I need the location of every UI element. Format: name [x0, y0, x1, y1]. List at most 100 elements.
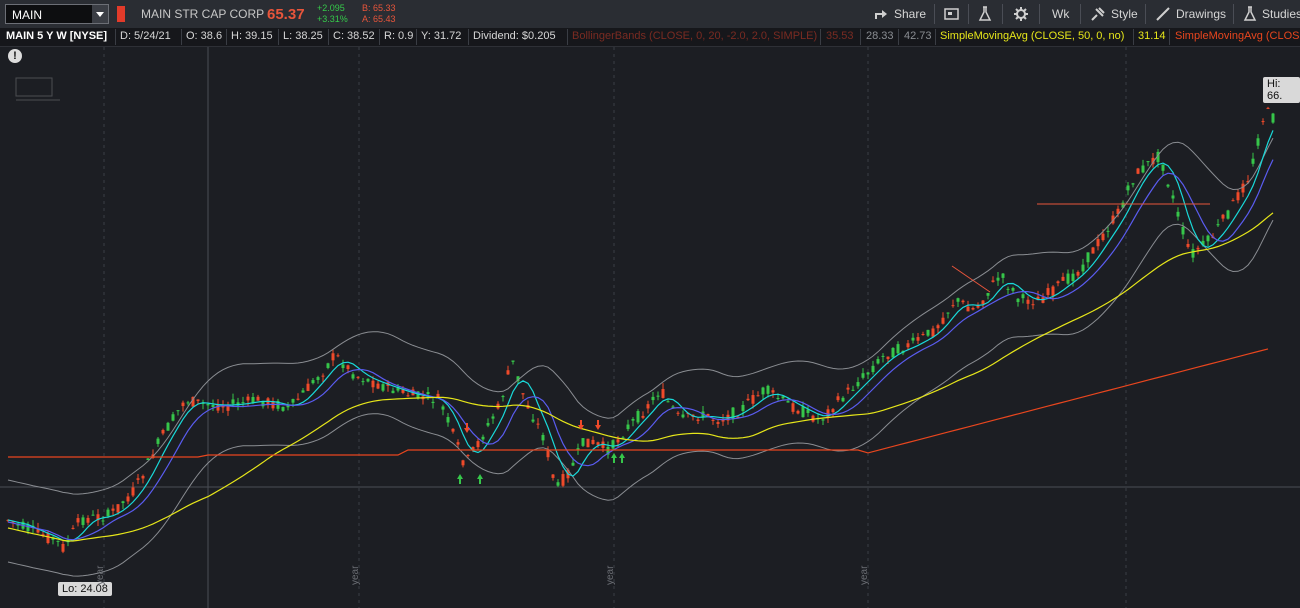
candle-body — [1256, 138, 1260, 146]
style-icon — [1091, 7, 1105, 21]
candle-body — [781, 396, 785, 399]
candle-body — [911, 337, 915, 341]
info-divider — [181, 29, 182, 45]
year-value: Y: 31.72 — [421, 30, 462, 42]
candle-body — [426, 392, 430, 395]
chart-info-bar: MAIN 5 Y W [NYSE] D: 5/24/21 O: 38.6 H: … — [0, 28, 1300, 47]
toolbar-divider — [1039, 4, 1040, 24]
candle-body — [211, 404, 215, 407]
candle-body — [991, 280, 995, 282]
candle-body — [311, 380, 315, 384]
candle-body — [571, 462, 575, 466]
toolbar-divider — [1233, 4, 1234, 24]
candle-body — [1071, 273, 1075, 281]
candle-body — [881, 355, 885, 357]
candle-body — [641, 415, 645, 418]
candle-body — [181, 402, 185, 407]
candle-body — [956, 298, 960, 302]
candle-body — [981, 300, 985, 305]
x-axis-label: year — [95, 565, 106, 585]
news-button[interactable] — [944, 0, 960, 28]
candle-body — [776, 397, 780, 399]
candle-body — [501, 396, 505, 398]
candle-body — [1231, 200, 1235, 202]
candle-body — [896, 344, 900, 354]
toolbar-divider — [934, 4, 935, 24]
candle-body — [611, 440, 615, 449]
news-icon — [944, 8, 959, 20]
candle-body — [1191, 249, 1195, 258]
settings-button[interactable] — [1013, 0, 1029, 28]
candle-body — [1026, 299, 1030, 304]
toolbar-divider — [1002, 4, 1003, 24]
candle-body — [1136, 168, 1140, 174]
alert-icon[interactable]: ! — [8, 49, 22, 63]
candle-body — [586, 438, 590, 448]
candle-body — [46, 533, 50, 544]
style-button[interactable]: Style — [1090, 0, 1138, 28]
price-chart[interactable] — [0, 47, 1300, 608]
candle-body — [1001, 273, 1005, 278]
candle-body — [541, 434, 545, 441]
candle-body — [1236, 192, 1240, 201]
candle-body — [846, 387, 850, 390]
candle-body — [681, 414, 685, 418]
candle-body — [316, 377, 320, 380]
candle-body — [391, 390, 395, 394]
candle-body — [786, 401, 790, 403]
candle-body — [441, 406, 445, 410]
bar-date: D: 5/24/21 — [120, 30, 171, 42]
studies-button[interactable]: Studies — [1243, 0, 1300, 28]
candle-body — [1261, 121, 1265, 123]
chart-title: MAIN 5 Y W [NYSE] — [6, 30, 108, 42]
candle-body — [521, 393, 525, 395]
candle-body — [746, 398, 750, 401]
candle-body — [246, 396, 250, 401]
timeframe-button[interactable]: Wk — [1052, 0, 1069, 28]
candle-body — [86, 517, 90, 523]
candle-body — [116, 504, 120, 513]
candle-body — [1081, 264, 1085, 272]
candle-body — [281, 406, 285, 411]
candle-body — [106, 509, 110, 516]
candle-body — [206, 404, 210, 406]
candle-body — [796, 410, 800, 414]
candle-body — [141, 475, 145, 479]
toolbar-divider — [968, 4, 969, 24]
candle-body — [506, 370, 510, 375]
candle-body — [821, 419, 825, 421]
flag-icon[interactable] — [117, 6, 125, 22]
candle-body — [676, 412, 680, 414]
candle-body — [131, 487, 135, 496]
info-divider — [1169, 29, 1170, 45]
candle-body — [631, 418, 635, 421]
sma50-label: SimpleMovingAvg (CLOSE, 50, 0, no) — [940, 30, 1125, 42]
drawings-button[interactable]: Drawings — [1155, 0, 1226, 28]
candle-body — [466, 454, 470, 456]
studies-label: Studies — [1262, 7, 1300, 21]
candle-body — [921, 334, 925, 336]
gear-icon — [1014, 7, 1028, 21]
high-price-badge: Hi: 66. — [1263, 77, 1300, 103]
candle-body — [1206, 235, 1210, 242]
candle-body — [1141, 165, 1145, 173]
candle-body — [76, 518, 80, 523]
symbol-selector[interactable]: MAIN — [5, 4, 109, 24]
candle-body — [946, 312, 950, 314]
candle-body — [256, 396, 260, 401]
candle-body — [1196, 247, 1200, 250]
chevron-down-icon[interactable] — [92, 5, 108, 23]
candle-body — [1181, 226, 1185, 235]
candle-body — [941, 317, 945, 324]
candle-body — [711, 419, 715, 421]
candle-body — [196, 399, 200, 401]
candle-body — [61, 543, 65, 552]
candle-body — [321, 375, 325, 377]
candle-body — [331, 353, 335, 361]
flask-button[interactable] — [978, 0, 992, 28]
info-divider — [115, 29, 116, 45]
candle-body — [761, 387, 765, 395]
candle-body — [926, 329, 930, 336]
candle-body — [346, 365, 350, 370]
share-button[interactable]: Share — [873, 0, 926, 28]
